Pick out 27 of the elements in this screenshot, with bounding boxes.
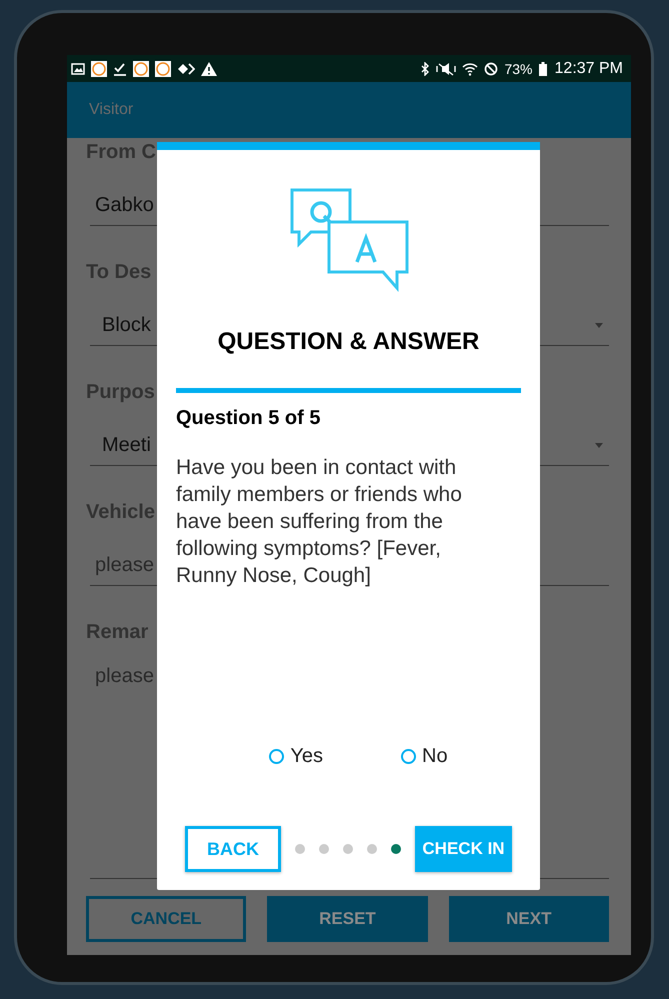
app-icon — [133, 60, 149, 76]
image-icon — [71, 62, 85, 74]
app-icon — [155, 60, 171, 76]
cancel-button[interactable]: CANCEL — [86, 896, 246, 942]
warning-icon — [201, 62, 217, 76]
clock-time: 12:37 PM — [554, 60, 623, 78]
battery-percentage: 73% — [504, 60, 533, 76]
check-in-button[interactable]: CHECK IN — [415, 826, 512, 872]
back-button[interactable]: BACK — [185, 826, 281, 872]
radio-option[interactable]: Yes — [269, 745, 324, 768]
caret-icon — [595, 443, 603, 448]
question-counter: Question 5 of 5 — [176, 407, 320, 430]
bluetooth-icon — [420, 62, 430, 76]
caret-icon — [595, 323, 603, 328]
diamond-arrow-icon — [177, 62, 195, 74]
dialog-title: QUESTION & ANSWER — [218, 328, 480, 356]
muted-vibrate-icon — [436, 62, 456, 76]
app-icon — [91, 60, 107, 76]
wifi-icon — [462, 62, 478, 76]
checkmark-icon — [113, 62, 127, 76]
question-text: Have you been in contact with family members or friends who have been suffering from the following symptoms? [Fever, Runny Nose, Cough] — [176, 455, 463, 589]
form-button[interactable]: RESET — [267, 896, 428, 942]
form-button[interactable]: NEXT — [448, 896, 609, 942]
radio-option[interactable]: No — [401, 745, 448, 768]
do-not-disturb-icon — [484, 62, 498, 76]
app-bar-title: Visitor — [89, 101, 134, 119]
battery-icon — [538, 62, 547, 76]
